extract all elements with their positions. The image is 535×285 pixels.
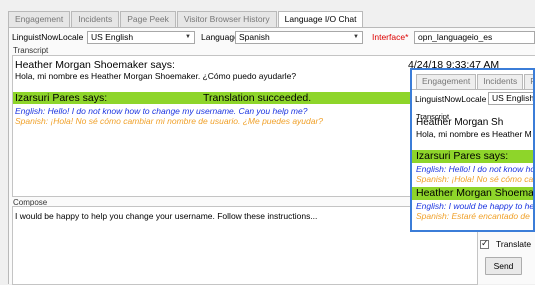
popup-tab-engagement[interactable]: Engagement <box>416 74 477 89</box>
popup-locale-value: US English <box>492 93 535 103</box>
language-select[interactable]: Spanish ▼ <box>235 31 363 44</box>
send-button[interactable]: Send <box>485 257 522 275</box>
tab-visitor-browser-history[interactable]: Visitor Browser History <box>176 11 277 27</box>
tab-incidents[interactable]: Incidents <box>71 11 120 27</box>
tab-page-peek[interactable]: Page Peek <box>120 11 176 27</box>
chevron-down-icon: ▼ <box>353 34 359 40</box>
visitor-name: Izarsuri Pares says: <box>15 92 108 104</box>
tab-bar: Engagement Incidents Page Peek Visitor B… <box>8 11 364 28</box>
popup-tab-partial[interactable]: Pa <box>524 74 533 89</box>
zoomed-preview-panel: Engagement Incidents Pa LinguistNowLocal… <box>410 68 535 232</box>
locale-select-value: US English <box>91 32 134 42</box>
transcript-label: Transcript <box>13 46 49 55</box>
popup-tab-incidents[interactable]: Incidents <box>477 74 524 89</box>
tab-engagement[interactable]: Engagement <box>8 11 71 27</box>
visitor-spanish-message: Spanish: ¡Hola! No sé cómo cambiar mi no… <box>15 116 324 126</box>
compose-textarea[interactable]: I would be happy to help you change your… <box>12 206 478 285</box>
interface-select[interactable]: opn_languageio_es <box>414 31 535 44</box>
popup-locale-label: LinguistNowLocale <box>415 94 487 104</box>
popup-visitor-name: Izarsuri Pares says: <box>416 150 509 162</box>
translation-status: Translation succeeded. <box>203 92 312 104</box>
tab-language-io-chat[interactable]: Language I/O Chat <box>277 11 364 28</box>
visitor-english-message: English: Hello! I do not know how to cha… <box>15 106 308 116</box>
popup-tab-bar: Engagement Incidents Pa <box>416 74 533 89</box>
language-label: Language <box>201 32 239 42</box>
popup-agent-spanish: Spanish: Estaré encantado de <box>416 211 530 221</box>
translate-label: Translate <box>496 239 532 249</box>
popup-agent-message: Hola, mi nombre es Heather M <box>416 129 532 139</box>
popup-divider <box>412 89 533 90</box>
popup-agent-name-cut: Heather Morgan Sh <box>416 117 504 128</box>
agent-name: Heather Morgan Shoemaker says: <box>15 59 175 71</box>
popup-visitor-english: English: Hello! I do not know ho <box>416 164 535 174</box>
popup-visitor-spanish: Spanish: ¡Hola! No sé cómo ca <box>416 174 534 184</box>
translate-checkbox[interactable] <box>480 238 489 249</box>
language-select-value: Spanish <box>239 32 270 42</box>
locale-label: LinguistNowLocale <box>12 32 84 42</box>
agent-message: Hola, mi nombre es Heather Morgan Shoema… <box>15 71 297 81</box>
popup-locale-select[interactable]: US English <box>488 92 535 105</box>
locale-select[interactable]: US English ▼ <box>87 31 195 44</box>
popup-agent-english: English: I would be happy to he <box>416 201 535 211</box>
interface-label: Interface* <box>372 32 409 42</box>
interface-select-value: opn_languageio_es <box>418 32 493 42</box>
compose-text: I would be happy to help you change your… <box>15 211 318 221</box>
popup-agent-name: Heather Morgan Shoemak <box>416 187 535 199</box>
chevron-down-icon: ▼ <box>185 34 191 40</box>
